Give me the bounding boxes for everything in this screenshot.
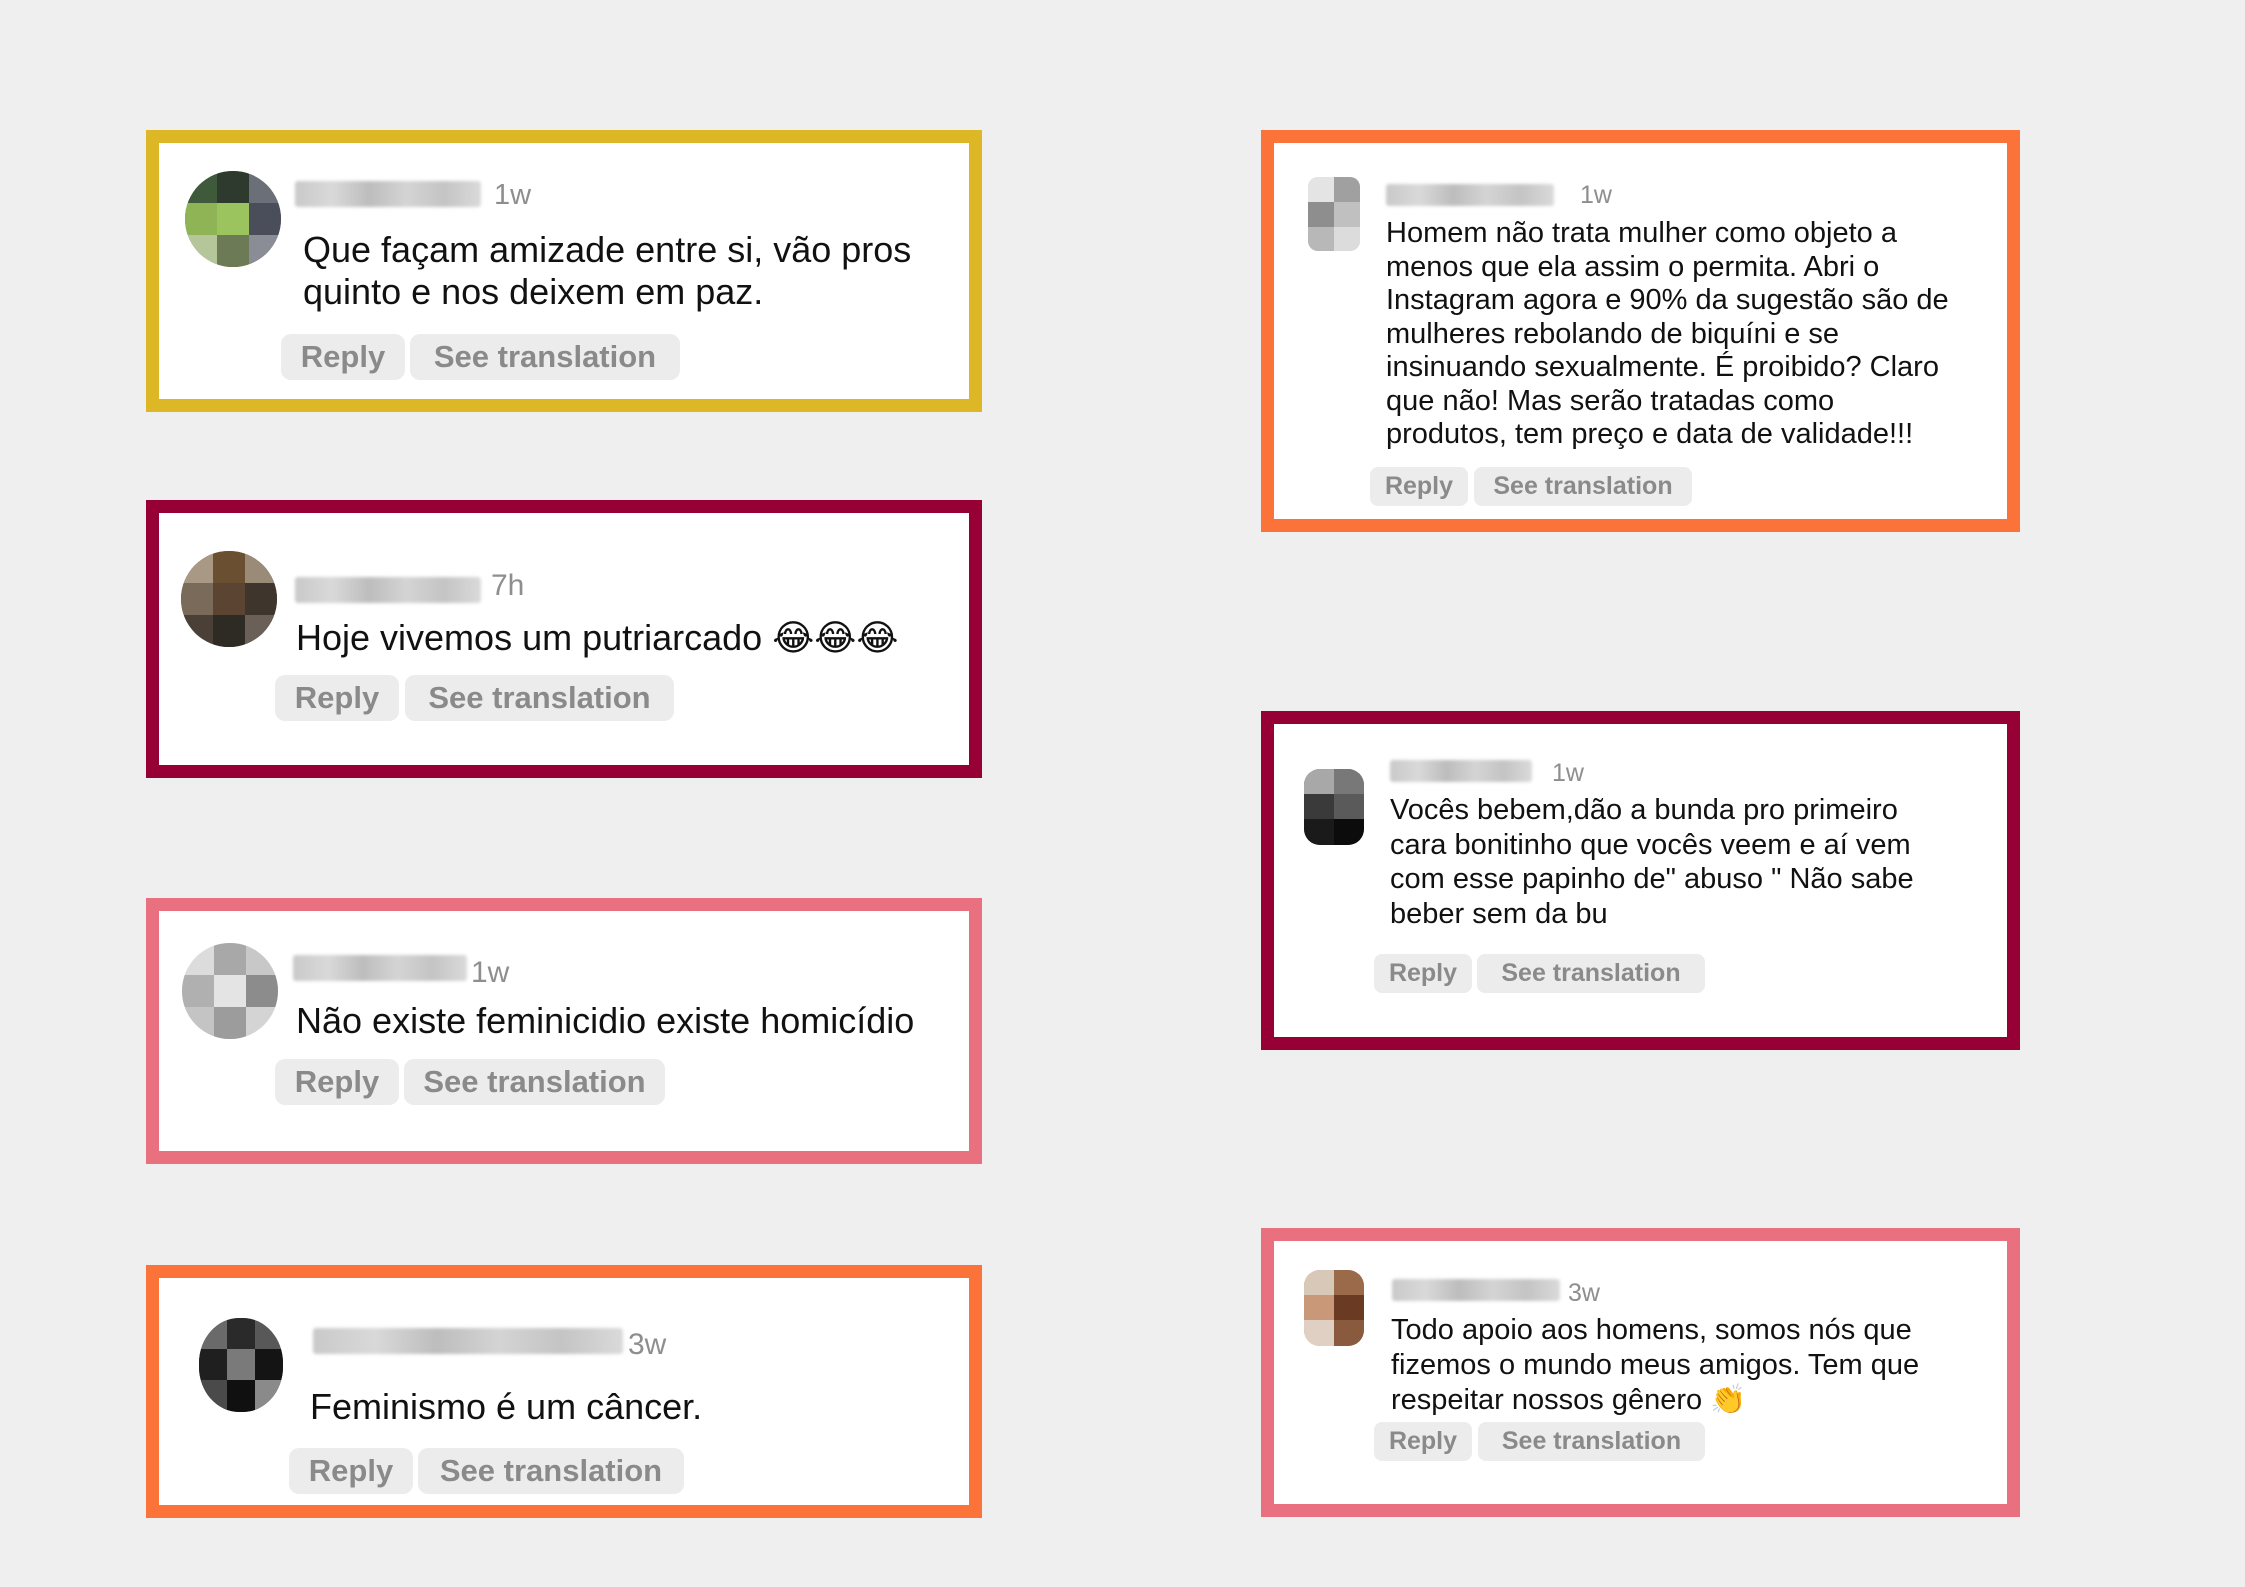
comment-card: 1w Homem não trata mulher como objeto a …	[1261, 130, 2020, 532]
see-translation-button[interactable]: See translation	[410, 334, 680, 380]
comment-text: Todo apoio aos homens, somos nós que fiz…	[1391, 1314, 1920, 1416]
avatar[interactable]	[1308, 177, 1360, 251]
comment-time: 3w	[1568, 1279, 1600, 1307]
reply-button[interactable]: Reply	[1374, 1422, 1472, 1461]
see-translation-button[interactable]: See translation	[1477, 954, 1705, 993]
reply-button[interactable]: Reply	[281, 334, 405, 380]
comment-time: 1w	[1580, 181, 1612, 209]
see-translation-button[interactable]: See translation	[404, 1059, 665, 1105]
username-blurred[interactable]	[293, 955, 467, 981]
comment-card: 3w Feminismo é um câncer. Reply See tran…	[146, 1265, 982, 1518]
avatar[interactable]	[182, 943, 278, 1039]
avatar[interactable]	[1304, 1270, 1364, 1346]
avatar[interactable]	[185, 171, 281, 267]
see-translation-button[interactable]: See translation	[405, 675, 674, 721]
reply-button[interactable]: Reply	[1370, 467, 1468, 506]
comment-card: 1w Não existe feminicidio existe homicíd…	[146, 898, 982, 1164]
comment-time: 1w	[471, 956, 510, 989]
see-translation-button[interactable]: See translation	[418, 1448, 684, 1494]
comment-time: 1w	[494, 179, 532, 211]
username-blurred[interactable]	[313, 1328, 623, 1354]
username-blurred[interactable]	[295, 181, 481, 207]
comment-card: 7h Hoje vivemos um putriarcado 😂😂😂 Reply…	[146, 500, 982, 778]
comment-card: 1w Vocês bebem,dão a bunda pro primeiro …	[1261, 711, 2020, 1050]
avatar[interactable]	[1304, 769, 1364, 845]
comment-card: 1w Que façam amizade entre si, vão pros …	[146, 130, 982, 412]
comment-text: Não existe feminicidio existe homicídio	[296, 1000, 915, 1041]
username-blurred[interactable]	[295, 577, 481, 603]
comment-time: 1w	[1552, 759, 1584, 787]
reply-button[interactable]: Reply	[1374, 954, 1472, 993]
comment-time: 7h	[491, 569, 525, 602]
username-blurred[interactable]	[1390, 760, 1532, 782]
reply-button[interactable]: Reply	[275, 675, 399, 721]
reply-button[interactable]: Reply	[275, 1059, 399, 1105]
comment-text: Que façam amizade entre si, vão pros qui…	[303, 229, 912, 312]
comment-text: Vocês bebem,dão a bunda pro primeiro car…	[1390, 794, 1914, 930]
reply-button[interactable]: Reply	[289, 1448, 413, 1494]
see-translation-button[interactable]: See translation	[1474, 467, 1692, 506]
avatar[interactable]	[199, 1318, 283, 1412]
username-blurred[interactable]	[1386, 184, 1554, 206]
comment-text: Hoje vivemos um putriarcado 😂😂😂	[296, 617, 899, 658]
comment-card: 3w Todo apoio aos homens, somos nós que …	[1261, 1228, 2020, 1517]
comment-text: Feminismo é um câncer.	[310, 1386, 703, 1427]
see-translation-button[interactable]: See translation	[1478, 1422, 1705, 1461]
avatar[interactable]	[181, 551, 277, 647]
comment-text: Homem não trata mulher como objeto a men…	[1386, 217, 1949, 450]
comment-time: 3w	[628, 1328, 667, 1361]
username-blurred[interactable]	[1392, 1279, 1560, 1301]
